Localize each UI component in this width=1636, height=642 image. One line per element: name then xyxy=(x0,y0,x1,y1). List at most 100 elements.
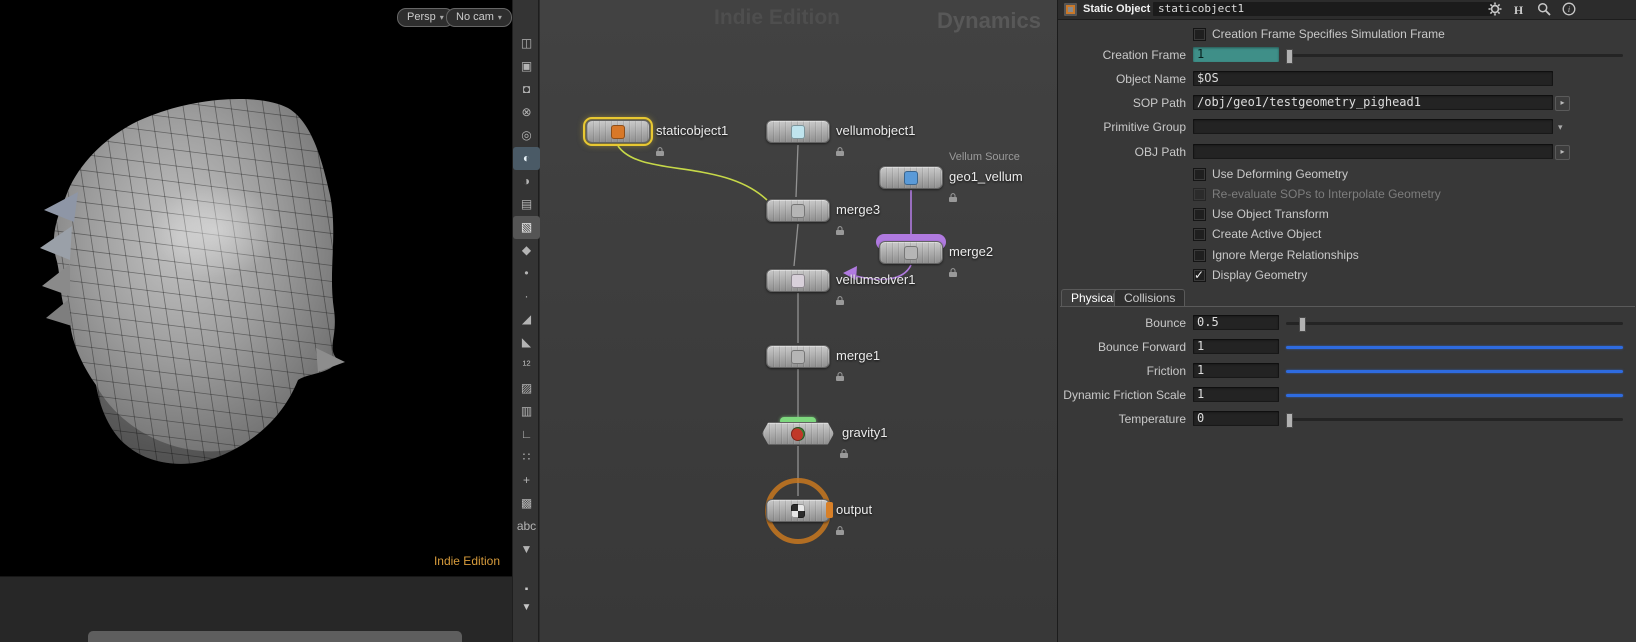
merge-icon xyxy=(791,349,805,364)
field-label: Primitive Group xyxy=(1103,120,1186,134)
lightbulb-icon[interactable]: ◐ xyxy=(513,147,540,170)
field-label: Temperature xyxy=(1118,412,1186,426)
network-editor[interactable]: Indie Edition Dynamics staticobject1 vel… xyxy=(540,0,1057,642)
abc-icon[interactable]: abc xyxy=(513,515,540,538)
node-output[interactable]: output xyxy=(765,477,872,544)
checkbox-label: Re-evaluate SOPs to Interpolate Geometry xyxy=(1212,187,1441,201)
checkbox-label: Ignore Merge Relationships xyxy=(1212,248,1359,262)
friction-slider[interactable] xyxy=(1286,370,1623,373)
collapsed-bar[interactable] xyxy=(88,631,462,642)
cloth-mesh-render xyxy=(40,98,345,464)
node-gravity1[interactable]: gravity1 xyxy=(762,417,888,458)
output-icon xyxy=(791,503,805,518)
merge-icon xyxy=(904,245,918,260)
indie-edition-watermark: Indie Edition xyxy=(433,554,500,568)
snapshot-icon[interactable]: ▣ xyxy=(513,55,540,78)
settings-gear-icon[interactable] xyxy=(1486,2,1503,18)
display-geometry-checkbox[interactable] xyxy=(1193,268,1206,282)
view-mode-icon[interactable]: ◎ xyxy=(513,124,540,147)
display-options-icon[interactable]: ▪ xyxy=(513,584,540,595)
camera-select-button[interactable]: No cam ▾ xyxy=(446,8,512,27)
lock-icon xyxy=(840,449,848,458)
node-staticobject1[interactable]: staticobject1 xyxy=(583,117,728,156)
wrench-icon[interactable]: + xyxy=(513,469,540,492)
stamp-icon[interactable]: ▥ xyxy=(513,400,540,423)
viewport-bottom-strip xyxy=(0,576,512,642)
wire-staticobject1-merge3[interactable] xyxy=(617,145,768,201)
3d-viewport[interactable]: Persp ▾ No cam ▾ Indie Edition xyxy=(0,0,512,576)
small-point-icon[interactable]: · xyxy=(513,285,540,308)
lock-icon xyxy=(836,147,844,156)
wire-merge3-vellumsolver1[interactable] xyxy=(793,223,799,267)
svg-text:i: i xyxy=(1567,5,1569,14)
use-deforming-geometry-checkbox[interactable] xyxy=(1193,168,1206,181)
no-select-icon[interactable]: ⊗ xyxy=(513,101,540,124)
bounce-input[interactable]: 0.5 xyxy=(1193,315,1279,330)
camera-icon[interactable]: ▤ xyxy=(513,193,540,216)
use-object-transform-checkbox[interactable] xyxy=(1193,208,1206,221)
brush-icon[interactable]: ◆ xyxy=(513,239,540,262)
ignore-merge-relationships-checkbox[interactable] xyxy=(1193,249,1206,262)
creation-frame-input[interactable]: 1 xyxy=(1193,47,1279,62)
checkbox-label: Create Active Object xyxy=(1212,227,1322,241)
node-merge1[interactable]: merge1 xyxy=(766,345,880,381)
checkbox-label: Use Object Transform xyxy=(1212,207,1329,221)
digits-icon[interactable]: ¹² xyxy=(513,354,540,377)
lock-icon[interactable]: ◘ xyxy=(513,78,540,101)
field-label: Bounce xyxy=(1145,316,1186,330)
lock-icon xyxy=(836,226,844,235)
toolbar-bottom-chevron-icon[interactable]: ▼ xyxy=(513,602,540,613)
dropdown-arrow-icon[interactable]: ▾ xyxy=(1558,122,1563,133)
field-label: OBJ Path xyxy=(1134,145,1186,159)
expand-chevron-icon[interactable]: ▼ xyxy=(513,538,540,561)
temperature-input[interactable]: 0 xyxy=(1193,411,1279,426)
lock-icon xyxy=(836,372,844,381)
vellum-object-icon xyxy=(791,124,805,139)
node-merge2[interactable]: merge2 xyxy=(876,234,993,277)
pen-icon[interactable]: ◣ xyxy=(513,331,540,354)
bounce-forward-input[interactable]: 1 xyxy=(1193,339,1279,354)
dots-grid-icon[interactable]: ∷ xyxy=(513,446,540,469)
creation-frame-spec-checkbox[interactable] xyxy=(1193,28,1206,41)
tab-collisions[interactable]: Collisions xyxy=(1114,289,1186,306)
parameter-panel: Static Object staticobject1 H i Creation… xyxy=(1057,0,1636,642)
ruler-icon[interactable]: ∟ xyxy=(513,423,540,446)
friction-input[interactable]: 1 xyxy=(1193,363,1279,378)
pencil-icon[interactable]: ◢ xyxy=(513,308,540,331)
node-name-field[interactable]: staticobject1 xyxy=(1153,2,1493,16)
field-label: Dynamic Friction Scale xyxy=(1063,388,1186,402)
bounce-forward-slider[interactable] xyxy=(1286,346,1623,349)
checkbox-label: Use Deforming Geometry xyxy=(1212,167,1349,181)
info-icon[interactable]: i xyxy=(1560,2,1577,18)
node-vellumobject1[interactable]: vellumobject1 xyxy=(766,120,916,156)
point-icon[interactable]: • xyxy=(513,262,540,285)
bounce-slider[interactable] xyxy=(1286,317,1623,332)
output-flag[interactable] xyxy=(826,502,833,518)
node-chooser-icon[interactable]: ▸ xyxy=(1555,145,1570,160)
obj-path-input[interactable] xyxy=(1193,144,1553,159)
node-merge3[interactable]: merge3 xyxy=(766,199,880,235)
paint-icon[interactable]: ▨ xyxy=(513,377,540,400)
wire-vellumobject1-merge3[interactable] xyxy=(795,144,799,198)
creation-frame-slider[interactable] xyxy=(1286,49,1623,64)
static-object-icon xyxy=(611,124,625,139)
object-name-input[interactable]: $OS xyxy=(1193,71,1553,86)
dynamic-friction-scale-input[interactable]: 1 xyxy=(1193,387,1279,402)
field-label: Bounce Forward xyxy=(1097,340,1186,354)
primitive-group-input[interactable] xyxy=(1193,119,1553,134)
object-select-icon[interactable]: ▧ xyxy=(513,216,540,239)
houdini-logo-icon[interactable]: H xyxy=(1510,2,1527,18)
chevron-down-icon: ▾ xyxy=(439,13,444,22)
layers-icon[interactable]: ▩ xyxy=(513,492,540,515)
temperature-slider[interactable] xyxy=(1286,413,1623,428)
node-vellumsolver1[interactable]: vellumsolver1 xyxy=(766,269,915,305)
lightbulb-alt-icon[interactable]: ◑ xyxy=(513,170,540,193)
dynamic-friction-scale-slider[interactable] xyxy=(1286,394,1623,397)
search-icon[interactable] xyxy=(1535,2,1552,18)
pane-layout-icon[interactable]: ◫ xyxy=(513,32,540,55)
node-geo1-vellum[interactable]: Vellum Source geo1_vellum xyxy=(879,151,1023,202)
gravity-icon xyxy=(791,426,805,441)
create-active-object-checkbox[interactable] xyxy=(1193,228,1206,241)
node-chooser-icon[interactable]: ▸ xyxy=(1555,96,1570,111)
sop-path-input[interactable]: /obj/geo1/testgeometry_pighead1 xyxy=(1193,95,1553,110)
